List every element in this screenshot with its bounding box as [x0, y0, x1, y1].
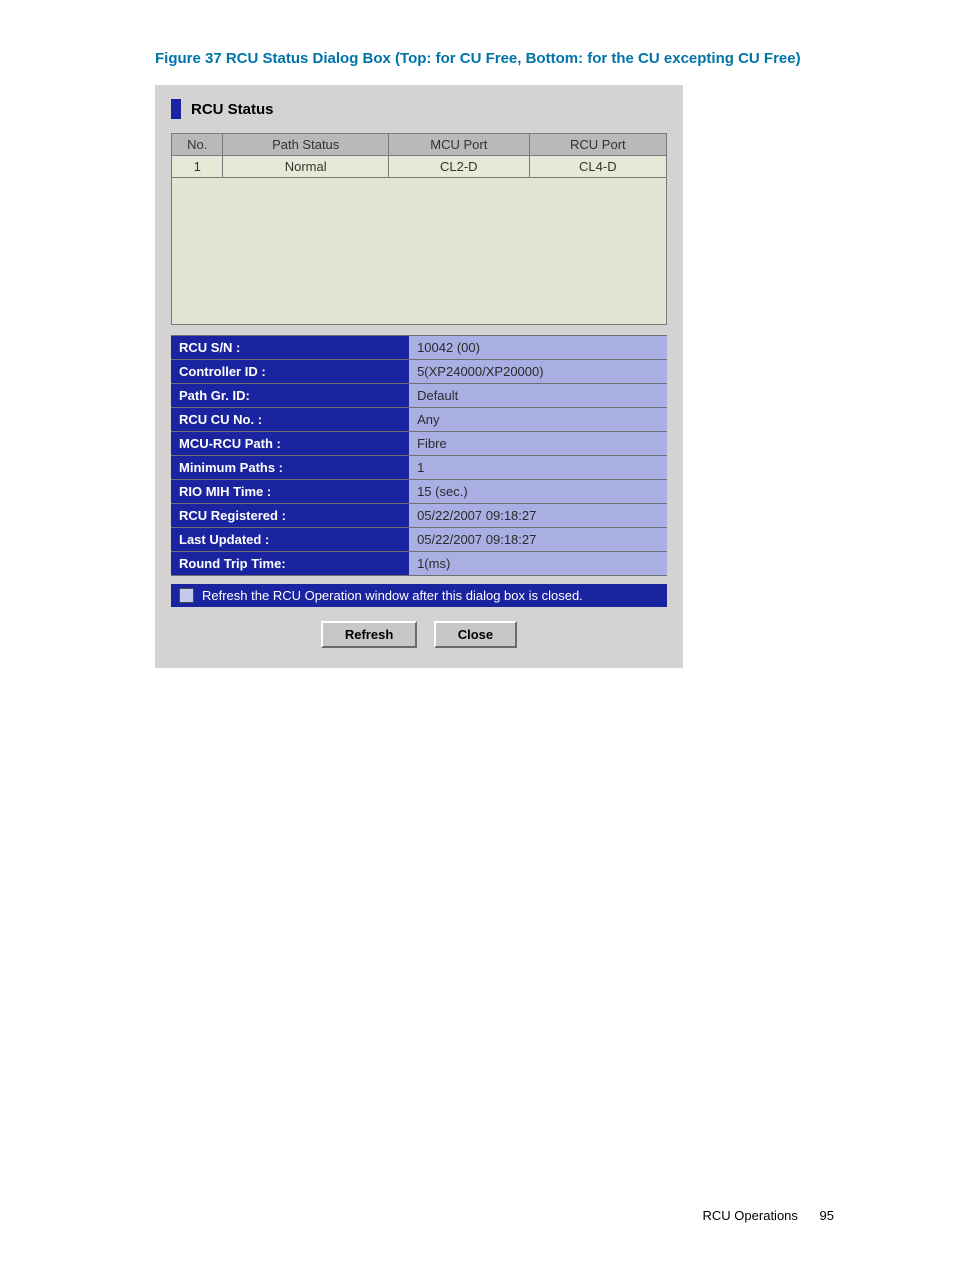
title-accent-bar — [171, 99, 181, 119]
footer-page-number: 95 — [820, 1208, 834, 1223]
dialog-title: RCU Status — [191, 101, 274, 118]
dialog-title-row: RCU Status — [171, 99, 667, 119]
kv-key-last-updated: Last Updated : — [171, 528, 409, 552]
col-path-status[interactable]: Path Status — [223, 134, 388, 156]
kv-key-rio-mih-time: RIO MIH Time : — [171, 480, 409, 504]
cell-mcu-port: CL2-D — [388, 156, 529, 178]
kv-key-rcu-sn: RCU S/N : — [171, 336, 409, 360]
kv-row: RCU CU No. : Any — [171, 408, 667, 432]
col-rcu-port[interactable]: RCU Port — [529, 134, 666, 156]
kv-row: Path Gr. ID: Default — [171, 384, 667, 408]
col-mcu-port[interactable]: MCU Port — [388, 134, 529, 156]
kv-row: RCU Registered : 05/22/2007 09:18:27 — [171, 504, 667, 528]
cell-rcu-port: CL4-D — [529, 156, 666, 178]
table-header-row: No. Path Status MCU Port RCU Port — [172, 134, 667, 156]
kv-row: Round Trip Time: 1(ms) — [171, 552, 667, 576]
kv-key-rcu-registered: RCU Registered : — [171, 504, 409, 528]
kv-val-mcu-rcu-path: Fibre — [409, 432, 667, 456]
rcu-detail-table: RCU S/N : 10042 (00) Controller ID : 5(X… — [171, 335, 667, 576]
kv-val-rcu-sn: 10042 (00) — [409, 336, 667, 360]
kv-row: RCU S/N : 10042 (00) — [171, 336, 667, 360]
kv-key-controller-id: Controller ID : — [171, 360, 409, 384]
kv-row: MCU-RCU Path : Fibre — [171, 432, 667, 456]
figure-caption: Figure 37 RCU Status Dialog Box (Top: fo… — [155, 50, 894, 67]
kv-key-path-gr-id: Path Gr. ID: — [171, 384, 409, 408]
refresh-checkbox[interactable] — [179, 588, 194, 603]
refresh-checkbox-row: Refresh the RCU Operation window after t… — [171, 584, 667, 607]
path-status-table: No. Path Status MCU Port RCU Port 1 Norm… — [171, 133, 667, 325]
kv-val-controller-id: 5(XP24000/XP20000) — [409, 360, 667, 384]
kv-row: Controller ID : 5(XP24000/XP20000) — [171, 360, 667, 384]
button-row: Refresh Close — [171, 621, 667, 648]
col-no[interactable]: No. — [172, 134, 223, 156]
footer-section: RCU Operations — [703, 1208, 798, 1223]
table-row[interactable]: 1 Normal CL2-D CL4-D — [172, 156, 667, 178]
kv-key-rcu-cu-no: RCU CU No. : — [171, 408, 409, 432]
refresh-button[interactable]: Refresh — [321, 621, 417, 648]
page-footer: RCU Operations 95 — [155, 1208, 894, 1223]
close-button[interactable]: Close — [434, 621, 517, 648]
kv-key-minimum-paths: Minimum Paths : — [171, 456, 409, 480]
kv-val-last-updated: 05/22/2007 09:18:27 — [409, 528, 667, 552]
kv-val-rcu-cu-no: Any — [409, 408, 667, 432]
kv-row: Last Updated : 05/22/2007 09:18:27 — [171, 528, 667, 552]
kv-key-round-trip-time: Round Trip Time: — [171, 552, 409, 576]
kv-val-minimum-paths: 1 — [409, 456, 667, 480]
table-empty-area — [172, 178, 667, 325]
cell-path-status: Normal — [223, 156, 388, 178]
kv-row: Minimum Paths : 1 — [171, 456, 667, 480]
kv-row: RIO MIH Time : 15 (sec.) — [171, 480, 667, 504]
kv-val-round-trip-time: 1(ms) — [409, 552, 667, 576]
kv-val-rcu-registered: 05/22/2007 09:18:27 — [409, 504, 667, 528]
cell-no: 1 — [172, 156, 223, 178]
rcu-status-dialog: RCU Status No. Path Status MCU Port RCU … — [155, 85, 683, 668]
refresh-checkbox-label: Refresh the RCU Operation window after t… — [202, 588, 583, 603]
kv-key-mcu-rcu-path: MCU-RCU Path : — [171, 432, 409, 456]
kv-val-path-gr-id: Default — [409, 384, 667, 408]
kv-val-rio-mih-time: 15 (sec.) — [409, 480, 667, 504]
